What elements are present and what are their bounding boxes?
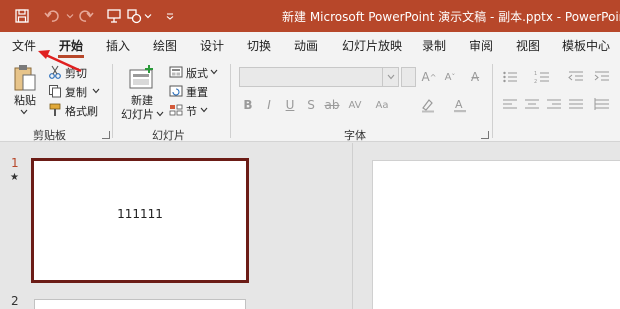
slide-number-1: 1 [11,156,19,170]
change-case-icon[interactable]: Aa [372,96,392,114]
copy-button[interactable]: 复制 [65,84,87,100]
undo-icon[interactable] [42,6,62,26]
tab-view[interactable]: 视图 [516,37,540,54]
ribbon: 粘贴 剪切 复制 格式刷 剪贴板 新建 幻灯片 版式 重置 节 幻灯片 A ^ … [0,58,620,142]
ribbon-tabs: 文件 开始 插入 绘图 设计 切换 动画 幻灯片放映 录制 审阅 视图 模板中心 [0,32,620,58]
layout-icon[interactable] [168,64,184,80]
italic-icon[interactable]: I [259,96,279,114]
chevron-down-icon[interactable] [155,110,165,118]
align-right-icon[interactable] [544,96,564,114]
shadow-icon[interactable]: S [301,96,321,114]
tab-record[interactable]: 录制 [422,37,446,54]
justify-icon[interactable] [566,96,586,114]
slide-editing-canvas[interactable] [372,160,620,309]
tab-review[interactable]: 审阅 [469,37,493,54]
new-slide-icon[interactable] [128,64,156,90]
bold-icon[interactable]: B [238,96,258,114]
tab-file[interactable]: 文件 [12,37,36,54]
tab-draw[interactable]: 绘图 [153,37,177,54]
group-divider [230,64,231,138]
decrease-font-size-icon[interactable]: Aˇ [440,68,460,86]
clipboard-group-label: 剪贴板 [33,129,66,142]
font-name-combobox[interactable] [239,67,399,87]
tab-template-center[interactable]: 模板中心 [562,37,610,54]
distributed-icon[interactable] [592,96,612,114]
chevron-down-icon[interactable] [382,68,398,86]
window-title: 新建 Microsoft PowerPoint 演示文稿 - 副本.pptx -… [282,10,620,24]
increase-font-size-icon[interactable]: A ^ [419,68,439,86]
tab-design[interactable]: 设计 [200,37,224,54]
character-spacing-icon[interactable]: AV [345,96,365,114]
underline-icon[interactable]: U [280,96,300,114]
pane-divider[interactable] [352,143,353,309]
tab-slideshow[interactable]: 幻灯片放映 [342,37,402,54]
clipboard-dialog-launcher-icon[interactable] [102,131,110,139]
redo-icon[interactable] [76,6,96,26]
cut-icon[interactable] [47,64,63,80]
save-icon[interactable] [12,6,32,26]
reset-icon[interactable] [168,83,184,99]
tab-animations[interactable]: 动画 [294,37,318,54]
numbering-icon[interactable]: 12 [532,68,552,86]
format-painter-button[interactable]: 格式刷 [65,103,98,119]
tab-transitions[interactable]: 切换 [247,37,271,54]
group-divider [112,64,113,138]
chevron-down-icon[interactable] [18,107,30,117]
clear-formatting-icon[interactable]: A̶ [465,68,485,86]
bullets-icon[interactable] [500,68,520,86]
paste-icon[interactable] [12,64,38,92]
layout-button[interactable]: 版式 [186,65,208,81]
cut-button[interactable]: 剪切 [65,65,87,81]
chevron-down-icon[interactable] [138,6,158,26]
chevron-down-icon[interactable] [91,87,101,95]
font-dialog-launcher-icon[interactable] [481,131,489,139]
increase-indent-icon[interactable] [592,68,612,86]
svg-text:A: A [455,98,463,111]
font-size-combobox[interactable] [401,67,416,87]
section-button[interactable]: 节 [186,103,197,119]
paste-button-label[interactable]: 粘贴 [14,92,36,108]
section-icon[interactable] [168,102,184,118]
chevron-down-icon[interactable] [199,106,209,114]
slides-group-label: 幻灯片 [152,129,185,142]
decrease-indent-icon[interactable] [566,68,586,86]
format-painter-icon[interactable] [47,102,63,118]
slide-number-2: 2 [11,294,19,308]
strikethrough-icon[interactable]: ab [322,96,342,114]
slide-thumbnail-1[interactable]: 111111 [31,158,249,283]
group-divider [492,64,493,138]
reset-button[interactable]: 重置 [186,84,208,100]
font-color-icon[interactable]: A [450,96,470,114]
highlight-icon[interactable] [418,96,438,114]
customize-toolbar-icon[interactable] [160,6,180,26]
new-slide-label-line2[interactable]: 幻灯片 [121,106,154,122]
slide-thumbnail-text: 111111 [117,207,163,221]
align-center-icon[interactable] [522,96,542,114]
svg-text:2: 2 [534,79,537,84]
slide-thumbnail-2[interactable] [34,299,246,309]
tab-insert[interactable]: 插入 [106,37,130,54]
tab-home[interactable]: 开始 [59,37,83,54]
align-left-icon[interactable] [500,96,520,114]
font-group-label: 字体 [344,129,366,142]
present-from-beginning-icon[interactable] [104,6,124,26]
animation-marker-icon: ★ [10,172,19,183]
title-bar: 新建 Microsoft PowerPoint 演示文稿 - 副本.pptx -… [0,0,620,32]
chevron-down-icon[interactable] [209,68,219,76]
copy-icon[interactable] [47,83,63,99]
svg-text:1: 1 [534,71,537,77]
